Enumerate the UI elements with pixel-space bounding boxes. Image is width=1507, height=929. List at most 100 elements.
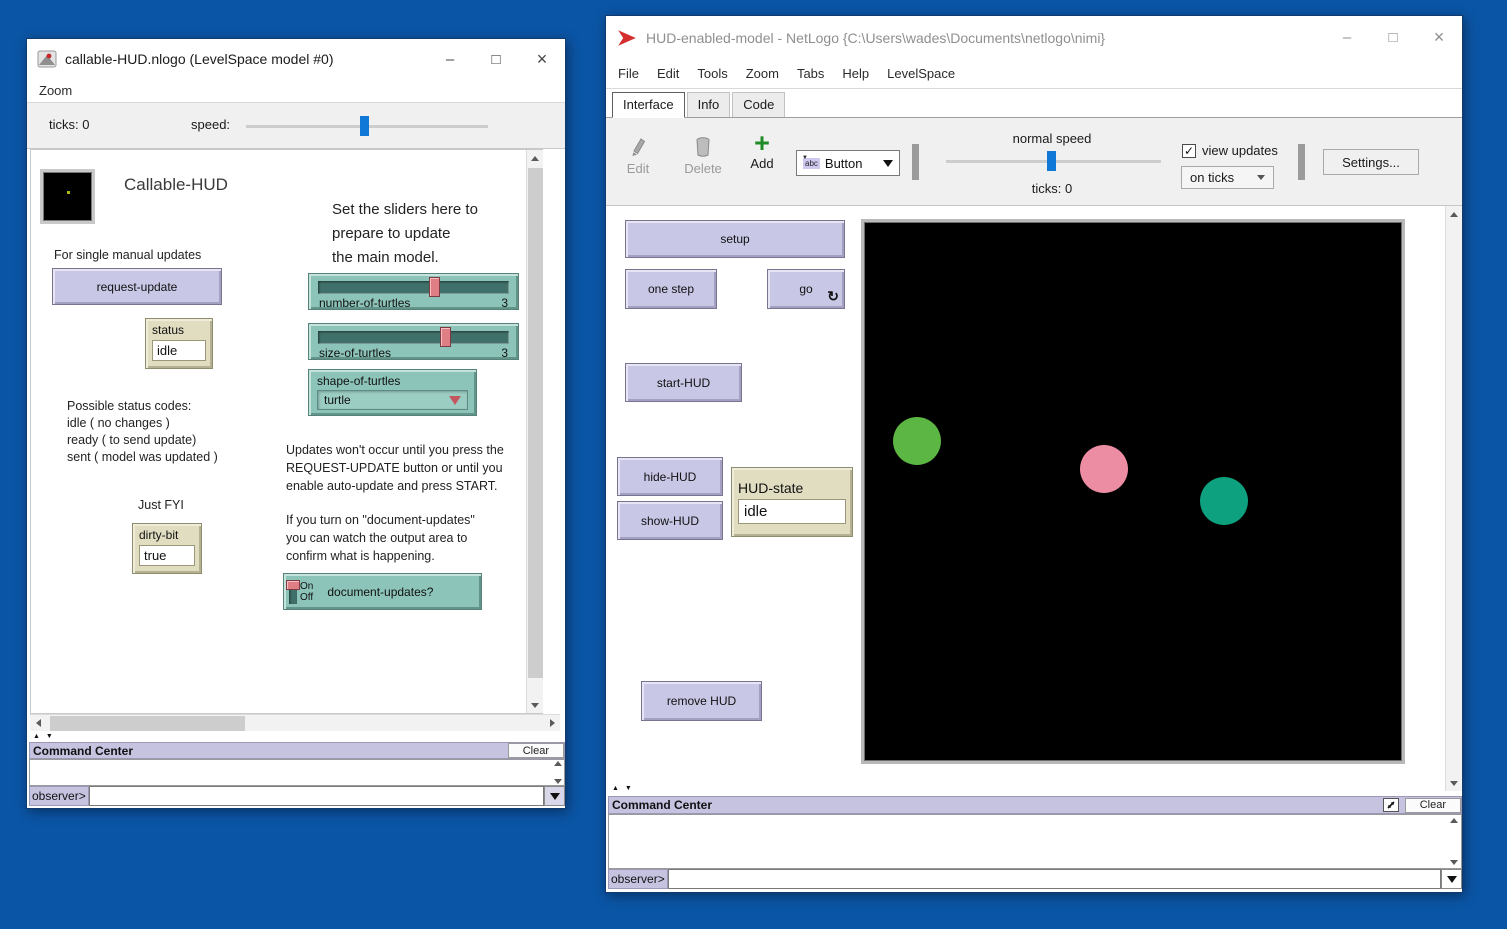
delete-tool[interactable]: Delete [678,136,728,176]
switch-handle[interactable] [286,580,300,590]
pink-turtle[interactable] [1080,445,1128,493]
world-view[interactable] [861,219,1405,764]
show-hud-label: show-HUD [641,514,699,528]
speed-slider-handle[interactable] [360,116,369,136]
chevron-down-icon [1447,876,1457,883]
dirty-bit-monitor-label: dirty-bit [139,528,195,542]
maximize-button[interactable]: □ [473,39,519,79]
menu-zoom[interactable]: Zoom [39,83,72,98]
size-of-turtles-slider[interactable]: size-of-turtles 3 [308,323,519,360]
settings-label: Settings... [1342,155,1400,170]
menu-edit[interactable]: Edit [657,66,679,81]
maximize-button[interactable]: □ [1370,16,1416,59]
splitter-arrows[interactable]: ▲ ▼ [612,785,634,792]
view-updates-checkbox[interactable]: ✓ [1182,144,1196,158]
slider-handle[interactable] [429,277,440,297]
request-update-button[interactable]: request-update [52,268,222,305]
command-history-dropdown[interactable] [1441,869,1462,889]
output-scroll-up-icon[interactable] [554,761,562,766]
right-command-output[interactable] [608,814,1462,869]
teal-turtle[interactable] [1200,477,1248,525]
chevron-down-icon [449,396,461,405]
menu-tools[interactable]: Tools [697,66,727,81]
minimize-button[interactable]: – [1324,16,1370,59]
tab-interface[interactable]: Interface [612,92,685,118]
output-scroll-up-icon[interactable] [1450,818,1458,823]
minimize-button[interactable]: – [427,39,473,79]
go-label: go [799,282,812,296]
switch-on-label: On [300,581,313,592]
widget-type-selector[interactable]: ▼ abc Button [796,150,900,176]
scroll-left-arrow[interactable] [30,715,46,731]
slider-track[interactable] [318,281,509,294]
tab-info[interactable]: Info [687,92,731,117]
left-vertical-scrollbar[interactable] [526,150,543,713]
setup-button[interactable]: setup [625,220,845,258]
switch-slot[interactable] [289,580,297,604]
menu-tabs[interactable]: Tabs [797,66,824,81]
command-input[interactable] [668,869,1441,889]
one-step-button[interactable]: one step [625,269,717,309]
clear-button[interactable]: Clear [508,743,564,758]
forever-icon: ↻ [827,288,839,305]
splitter-arrows[interactable]: ▲ ▼ [33,733,55,740]
right-vertical-scrollbar[interactable] [1445,206,1462,791]
observer-prompt[interactable]: observer> [608,869,668,889]
speed-slider-handle[interactable] [1047,151,1056,171]
hide-hud-button[interactable]: hide-HUD [617,457,723,496]
left-command-output[interactable] [29,759,565,786]
desktop-background: callable-HUD.nlogo (LevelSpace model #0)… [0,0,1507,929]
remove-hud-label: remove HUD [667,694,736,708]
slider-handle[interactable] [440,327,451,347]
menu-levelspace[interactable]: LevelSpace [887,66,955,81]
menu-zoom[interactable]: Zoom [746,66,779,81]
scroll-up-arrow[interactable] [1446,206,1462,222]
right-titlebar[interactable]: HUD-enabled-model - NetLogo {C:\Users\wa… [606,16,1462,59]
scroll-down-arrow[interactable] [1446,775,1462,791]
chooser-value: turtle [324,393,351,407]
observer-prompt[interactable]: observer> [29,786,89,806]
left-interface-area: Callable-HUD For single manual updates r… [30,149,543,714]
output-scroll-down-icon[interactable] [554,779,562,784]
command-input[interactable] [89,786,544,806]
button-widget-icon: ▼ abc [803,158,820,169]
slider-track[interactable] [318,331,509,344]
left-horizontal-scrollbar[interactable] [30,714,560,731]
detach-command-center-icon[interactable] [1383,798,1399,812]
speed-label: normal speed [992,131,1112,146]
request-update-label: request-update [97,280,178,294]
green-turtle[interactable] [893,417,941,465]
command-history-dropdown[interactable] [544,786,565,806]
menu-help[interactable]: Help [842,66,869,81]
mini-world-view[interactable] [40,169,95,224]
start-hud-button[interactable]: start-HUD [625,363,742,402]
plus-icon: + [742,130,782,156]
go-button[interactable]: go ↻ [767,269,845,309]
edit-tool[interactable]: Edit [618,136,658,176]
close-button[interactable]: × [519,39,565,79]
clear-button[interactable]: Clear [1405,798,1461,813]
settings-button[interactable]: Settings... [1323,149,1419,175]
slider-value: 3 [501,296,508,310]
number-of-turtles-slider[interactable]: number-of-turtles 3 [308,273,519,310]
document-updates-switch[interactable]: On Off document-updates? [283,573,482,610]
scroll-right-arrow[interactable] [544,715,560,731]
left-titlebar[interactable]: callable-HUD.nlogo (LevelSpace model #0)… [27,39,565,79]
scrollbar-thumb[interactable] [50,716,245,731]
scrollbar-thumb[interactable] [528,168,543,678]
right-menubar: File Edit Tools Zoom Tabs Help LevelSpac… [606,59,1462,89]
show-hud-button[interactable]: show-HUD [617,501,723,540]
tab-code[interactable]: Code [732,92,785,117]
chooser-dropdown[interactable]: turtle [317,390,468,410]
scroll-up-arrow[interactable] [527,150,543,166]
mini-turtle-dot [67,191,70,194]
add-tool[interactable]: + Add [742,130,782,171]
output-scroll-down-icon[interactable] [1450,860,1458,865]
menu-file[interactable]: File [618,66,639,81]
scroll-down-arrow[interactable] [527,697,543,713]
close-button[interactable]: × [1416,16,1462,59]
remove-hud-button[interactable]: remove HUD [641,681,762,721]
nlogo-file-icon [37,49,57,69]
update-mode-dropdown[interactable]: on ticks [1181,166,1274,189]
shape-of-turtles-chooser[interactable]: shape-of-turtles turtle [308,369,477,416]
